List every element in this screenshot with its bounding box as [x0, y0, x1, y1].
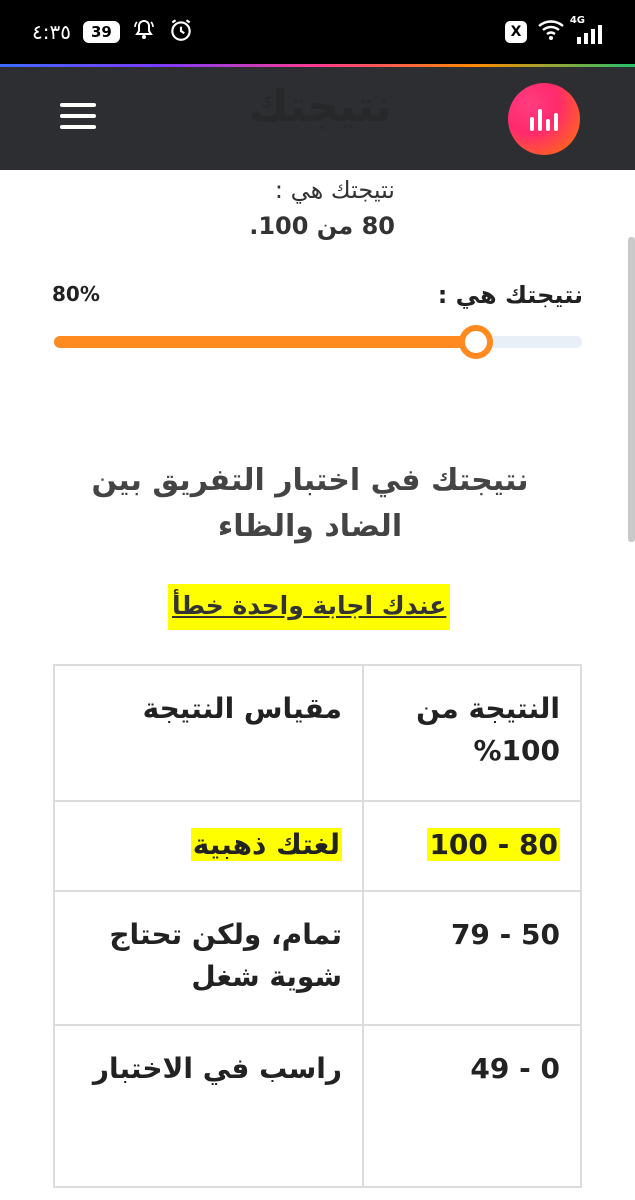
scale-cell: تمام، ولكن تحتاج شوية شغل — [53, 890, 364, 1026]
progress-label: نتيجتك هي : — [437, 281, 583, 309]
progress-thumb[interactable] — [459, 325, 493, 359]
equalizer-icon — [530, 109, 558, 131]
page-title: نتيجتك — [248, 81, 392, 132]
status-bar: ٤:٣٥ 39 X 4G — [0, 0, 635, 64]
alarm-clock-icon — [168, 17, 194, 47]
scale-value: لغتك ذهبية — [190, 828, 342, 861]
table-header-row: النتيجة من 100% مقياس النتيجة — [53, 664, 582, 802]
x-app-icon: X — [505, 21, 527, 43]
bell-icon — [132, 18, 156, 46]
battery-badge: 39 — [82, 21, 120, 43]
clock: ٤:٣٥ — [32, 20, 71, 44]
scale-cell: راسب في الاختبار — [53, 1024, 364, 1188]
status-left: ٤:٣٥ 39 — [32, 18, 194, 46]
table-row: 0 - 49 راسب في الاختبار — [53, 1024, 582, 1188]
header-scale: مقياس النتيجة — [53, 664, 364, 802]
result-score: 80 من 100. — [249, 212, 395, 240]
range-value: 80 - 100 — [427, 828, 560, 861]
quiz-title: نتيجتك في اختبار التفريق بين الضاد والظا… — [91, 463, 529, 544]
range-cell: 80 - 100 — [362, 800, 582, 892]
scale-cell: لغتك ذهبية — [53, 800, 364, 892]
wifi-icon — [537, 19, 565, 45]
signal-icon: 4G — [570, 15, 605, 45]
progress-percent: 80% — [52, 282, 100, 306]
progress-fill — [54, 336, 476, 348]
status-right: X 4G — [505, 15, 605, 46]
app-header: نتيجتك — [0, 67, 635, 170]
wrong-answers-note: عندك اجابة واحدة خطأ — [168, 584, 451, 630]
menu-button[interactable] — [58, 101, 98, 131]
progress-track — [54, 325, 582, 359]
table-row: 80 - 100 لغتك ذهبية — [53, 800, 582, 892]
result-label: نتيجتك هي : — [274, 176, 395, 204]
range-cell: 0 - 49 — [362, 1024, 582, 1188]
table-row: 50 - 79 تمام، ولكن تحتاج شوية شغل — [53, 890, 582, 1026]
scrollbar[interactable] — [628, 237, 635, 542]
hamburger-icon — [60, 103, 96, 107]
header-range: النتيجة من 100% — [362, 664, 582, 802]
app-logo[interactable] — [508, 83, 580, 155]
score-table: النتيجة من 100% مقياس النتيجة 80 - 100 ل… — [53, 664, 582, 1188]
range-cell: 50 - 79 — [362, 890, 582, 1026]
